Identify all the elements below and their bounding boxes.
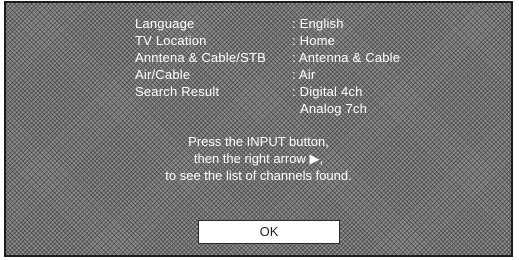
setting-label: Language (135, 16, 195, 31)
setting-value: Analog 7ch (300, 101, 368, 116)
setting-value: : Digital 4ch (292, 84, 363, 99)
setup-result-screen: Language : English TV Location : Home An… (4, 1, 513, 257)
settings-row-antenna-cable: Anntena & Cable/STB : Antenna & Cable (135, 49, 400, 66)
settings-summary: Language : English TV Location : Home An… (135, 15, 400, 117)
setting-label: Air/Cable (135, 67, 191, 82)
setting-value: : English (292, 16, 344, 31)
settings-row-language: Language : English (135, 15, 400, 32)
setting-value: : Air (292, 67, 316, 82)
instruction-message: Press the INPUT button, then the right a… (6, 133, 511, 184)
ok-button[interactable]: OK (198, 220, 340, 244)
setting-label (135, 100, 292, 117)
setting-label: TV Location (135, 33, 207, 48)
instruction-line: then the right arrow ▶, (193, 151, 324, 166)
settings-row-search-result-analog: Analog 7ch (135, 100, 400, 117)
instruction-line: Press the INPUT button, (188, 134, 329, 149)
settings-row-tv-location: TV Location : Home (135, 32, 400, 49)
setting-value: : Antenna & Cable (292, 50, 401, 65)
instruction-line: to see the list of channels found. (165, 168, 352, 183)
setting-value: : Home (292, 33, 336, 48)
setting-label: Search Result (135, 84, 220, 99)
settings-row-search-result: Search Result : Digital 4ch (135, 83, 400, 100)
settings-row-air-cable: Air/Cable : Air (135, 66, 400, 83)
setting-label: Anntena & Cable/STB (135, 50, 266, 65)
